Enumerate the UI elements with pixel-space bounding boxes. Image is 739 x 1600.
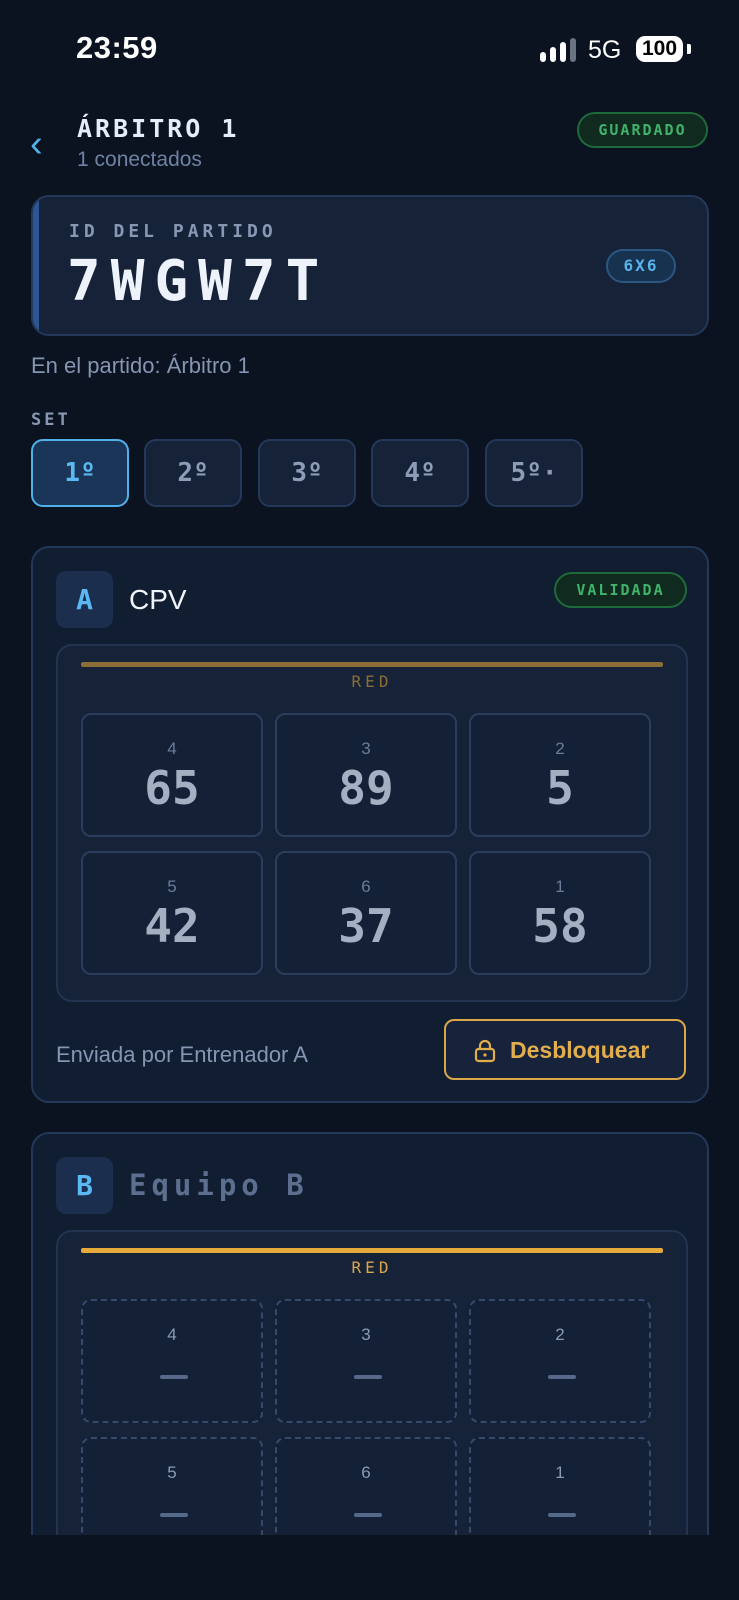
empty-position-cell[interactable]: 3 <box>275 1299 457 1423</box>
empty-dash <box>160 1375 188 1379</box>
set-button-4[interactable]: 4º <box>371 439 469 507</box>
player-number: 5 <box>546 761 574 815</box>
card-accent-bar <box>33 197 39 334</box>
bottom-safe-area <box>0 1535 739 1600</box>
position-number: 5 <box>167 877 177 896</box>
empty-dash <box>160 1513 188 1517</box>
player-number: 37 <box>338 899 394 953</box>
position-number: 6 <box>361 877 371 896</box>
position-number: 1 <box>555 877 565 896</box>
net-label: RED <box>351 672 393 691</box>
team-a-letter: A <box>56 571 113 628</box>
team-b-letter: B <box>56 1157 113 1214</box>
sent-by-text: Enviada por Entrenador A <box>56 1042 308 1067</box>
status-time: 23:59 <box>76 30 158 65</box>
battery-icon: 100 <box>636 36 684 62</box>
net-label: RED <box>351 1258 393 1277</box>
position-number: 4 <box>167 1325 177 1344</box>
validated-status-badge: VALIDADA <box>554 572 687 608</box>
set-button-3[interactable]: 3º <box>258 439 356 507</box>
empty-dash <box>354 1513 382 1517</box>
position-number: 2 <box>555 1325 565 1344</box>
empty-position-cell[interactable]: 4 <box>81 1299 263 1423</box>
set-button-5[interactable]: 5º· <box>485 439 583 507</box>
in-match-text: En el partido: Árbitro 1 <box>31 353 250 378</box>
lock-icon <box>474 1039 496 1063</box>
position-cell[interactable]: 2 5 <box>469 713 651 837</box>
net-line <box>81 662 663 667</box>
set-label: SET <box>31 410 71 430</box>
set-button-1[interactable]: 1º <box>31 439 129 507</box>
empty-dash <box>548 1513 576 1517</box>
back-chevron-icon[interactable]: ‹ <box>30 125 43 163</box>
position-cell[interactable]: 1 58 <box>469 851 651 975</box>
position-number: 4 <box>167 739 177 758</box>
team-b-name: Equipo B <box>129 1168 309 1202</box>
page-title: ÁRBITRO 1 <box>77 114 240 143</box>
cellular-signal-icon <box>540 38 580 62</box>
match-id-card: ID DEL PARTIDO 7WGW7T 6X6 <box>31 195 709 336</box>
connected-count: 1 conectados <box>77 148 202 171</box>
team-a-card: A CPV VALIDADA RED 4 65 3 89 2 5 5 42 6 … <box>31 546 709 1103</box>
empty-dash <box>548 1375 576 1379</box>
player-number: 42 <box>144 899 200 953</box>
unlock-label: Desbloquear <box>510 1037 650 1063</box>
saved-status-badge: GUARDADO <box>577 112 708 148</box>
empty-dash <box>354 1375 382 1379</box>
status-bar: 23:59 5G 100 <box>0 0 739 100</box>
position-cell[interactable]: 5 42 <box>81 851 263 975</box>
player-number: 65 <box>144 761 200 815</box>
position-number: 2 <box>555 739 565 758</box>
unlock-button[interactable]: Desbloquear <box>444 1019 686 1080</box>
player-number: 58 <box>532 899 588 953</box>
position-number: 1 <box>555 1463 565 1482</box>
position-number: 3 <box>361 739 371 758</box>
position-number: 3 <box>361 1325 371 1344</box>
position-cell[interactable]: 6 37 <box>275 851 457 975</box>
network-type: 5G <box>588 36 622 64</box>
team-a-court: RED 4 65 3 89 2 5 5 42 6 37 1 58 <box>56 644 688 1002</box>
team-b-card: B Equipo B RED 4 3 2 5 6 1 <box>31 1132 709 1600</box>
position-number: 6 <box>361 1463 371 1482</box>
format-badge: 6X6 <box>606 249 676 283</box>
position-number: 5 <box>167 1463 177 1482</box>
match-id-label: ID DEL PARTIDO <box>69 221 277 242</box>
team-a-name: CPV <box>129 584 187 615</box>
empty-position-cell[interactable]: 2 <box>469 1299 651 1423</box>
player-number: 89 <box>338 761 394 815</box>
net-line <box>81 1248 663 1253</box>
position-cell[interactable]: 4 65 <box>81 713 263 837</box>
position-cell[interactable]: 3 89 <box>275 713 457 837</box>
match-id: 7WGW7T <box>67 249 330 314</box>
set-button-2[interactable]: 2º <box>144 439 242 507</box>
battery-tip <box>687 44 691 54</box>
